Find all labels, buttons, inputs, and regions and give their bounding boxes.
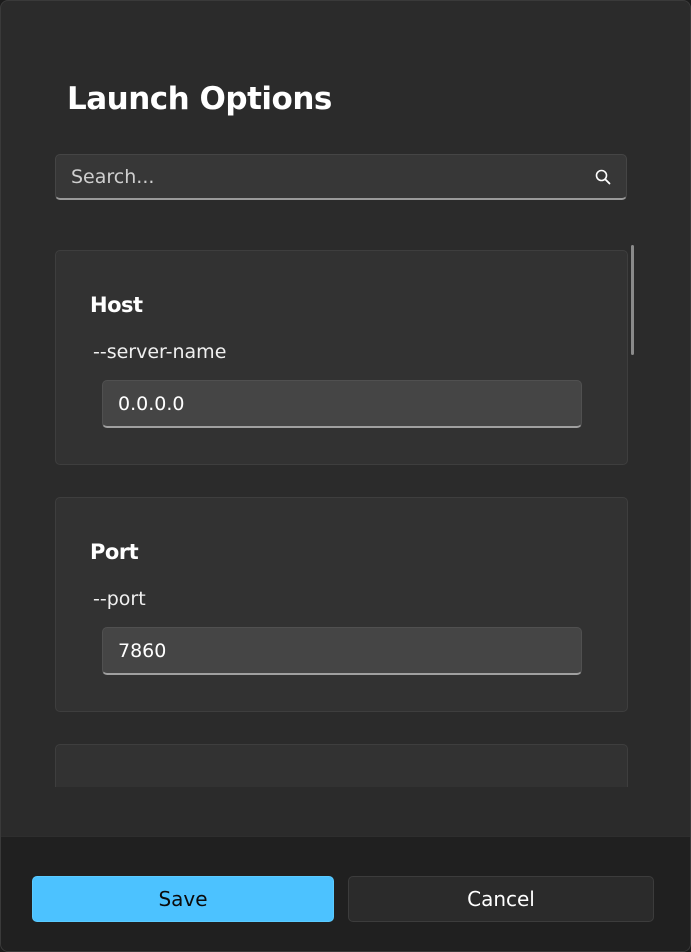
dialog-title: Launch Options	[67, 81, 332, 117]
search-box[interactable]	[55, 154, 627, 200]
save-button[interactable]: Save	[32, 876, 334, 922]
option-title: Host	[90, 293, 143, 317]
launch-options-dialog: Launch Options Host --server-name Port -…	[0, 0, 691, 952]
option-title: Port	[90, 540, 139, 564]
search-input[interactable]	[56, 155, 576, 198]
options-list[interactable]: Host --server-name Port --port	[1, 241, 690, 787]
option-card-host: Host --server-name	[55, 250, 628, 465]
cancel-button[interactable]: Cancel	[348, 876, 654, 922]
option-card-port: Port --port	[55, 497, 628, 712]
search-icon[interactable]	[594, 168, 612, 186]
option-card-partial	[55, 744, 628, 787]
dialog-footer: Save Cancel	[1, 836, 690, 951]
host-input[interactable]	[102, 380, 582, 428]
option-flag: --server-name	[93, 341, 227, 363]
port-input[interactable]	[102, 627, 582, 675]
scrollbar-thumb[interactable]	[631, 245, 634, 355]
option-flag: --port	[93, 588, 146, 610]
